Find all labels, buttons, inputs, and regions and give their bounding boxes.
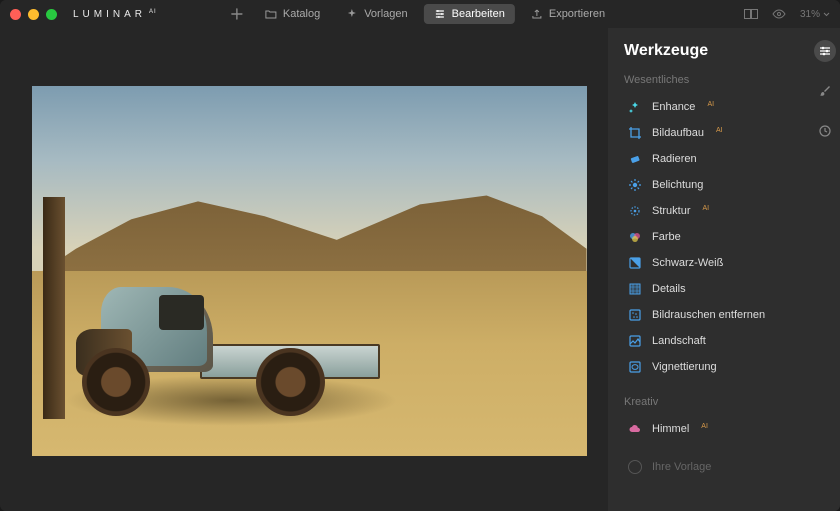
photo-post [43,197,65,419]
tool-bw[interactable]: Schwarz-Weiß [624,250,800,276]
clock-icon [818,124,832,138]
tool-composition-label: Bildaufbau [652,127,704,139]
tool-vignette-label: Vignettierung [652,361,717,373]
folder-icon [265,8,277,20]
brand-suffix: AI [149,9,157,15]
eye-icon[interactable] [772,7,786,21]
window-controls [10,9,57,20]
tool-details-label: Details [652,283,686,295]
top-nav: Katalog Vorlagen Bearbeiten Exportieren [225,4,615,24]
color-icon [628,230,642,244]
ai-badge: AI [703,205,710,212]
nav-catalog[interactable]: Katalog [255,4,330,24]
tools-column: Werkzeuge Wesentliches Enhance AI Bildau… [608,28,810,511]
tool-composition[interactable]: Bildaufbau AI [624,120,800,146]
denoise-icon [628,308,642,322]
enhance-icon [628,100,642,114]
nav-edit-label: Bearbeiten [452,8,505,20]
nav-templates[interactable]: Vorlagen [336,4,417,24]
your-template[interactable]: Ihre Vorlage [624,452,800,482]
chevron-down-icon [823,12,830,17]
minimize-window-button[interactable] [28,9,39,20]
bw-icon [628,256,642,270]
canvas-area [0,28,608,511]
app-brand: LUMINAR AI [73,9,157,20]
nav-templates-label: Vorlagen [364,8,407,20]
app-window: LUMINAR AI Katalog Vorlagen [0,0,840,511]
ai-badge: AI [701,423,708,430]
photo-preview[interactable] [32,86,587,456]
tool-color-label: Farbe [652,231,681,243]
tool-denoise[interactable]: Bildrauschen entfernen [624,302,800,328]
circle-icon [628,460,642,474]
tool-sky-label: Himmel [652,423,689,435]
ai-badge: AI [707,101,714,108]
tool-bw-label: Schwarz-Weiß [652,257,723,269]
compare-icon[interactable] [744,7,758,21]
side-panel: Werkzeuge Wesentliches Enhance AI Bildau… [608,28,840,511]
brand-text: LUMINAR [73,9,146,20]
tool-light-label: Belichtung [652,179,703,191]
eraser-icon [628,152,642,166]
tool-details[interactable]: Details [624,276,800,302]
your-template-label: Ihre Vorlage [652,461,711,473]
ai-badge: AI [716,127,723,134]
tool-landscape-label: Landschaft [652,335,706,347]
tool-color[interactable]: Farbe [624,224,800,250]
cloud-icon [628,422,642,436]
add-button[interactable] [225,8,249,20]
section-creative-label: Kreativ [624,396,800,408]
brush-icon [818,84,832,98]
rail-edit-button[interactable] [814,40,836,62]
sparkle-icon [346,8,358,20]
zoom-level[interactable]: 31% [800,9,830,20]
close-window-button[interactable] [10,9,21,20]
tool-enhance[interactable]: Enhance AI [624,94,800,120]
content-area: Werkzeuge Wesentliches Enhance AI Bildau… [0,28,840,511]
nav-catalog-label: Katalog [283,8,320,20]
export-icon [531,8,543,20]
rail-brush-button[interactable] [814,80,836,102]
panel-title: Werkzeuge [624,42,800,60]
vignette-icon [628,360,642,374]
nav-export-label: Exportieren [549,8,605,20]
tool-erase[interactable]: Radieren [624,146,800,172]
tool-vignette[interactable]: Vignettierung [624,354,800,380]
rail-history-button[interactable] [814,120,836,142]
sliders-icon [434,8,446,20]
tool-erase-label: Radieren [652,153,697,165]
sun-icon [628,178,642,192]
nav-edit[interactable]: Bearbeiten [424,4,515,24]
right-rail [810,28,840,511]
section-essentials-label: Wesentliches [624,74,800,86]
structure-icon [628,204,642,218]
titlebar: LUMINAR AI Katalog Vorlagen [0,0,840,28]
tool-structure[interactable]: Struktur AI [624,198,800,224]
nav-export[interactable]: Exportieren [521,4,615,24]
tool-landscape[interactable]: Landschaft [624,328,800,354]
tool-structure-label: Struktur [652,205,691,217]
tool-sky[interactable]: Himmel AI [624,416,800,442]
titlebar-right: 31% [744,7,830,21]
zoom-value: 31% [800,9,820,20]
tool-denoise-label: Bildrauschen entfernen [652,309,765,321]
details-icon [628,282,642,296]
tool-enhance-label: Enhance [652,101,695,113]
crop-icon [628,126,642,140]
fullscreen-window-button[interactable] [46,9,57,20]
sliders-icon [818,44,832,58]
landscape-icon [628,334,642,348]
photo-truck [76,264,387,419]
plus-icon [231,8,243,20]
tool-light[interactable]: Belichtung [624,172,800,198]
